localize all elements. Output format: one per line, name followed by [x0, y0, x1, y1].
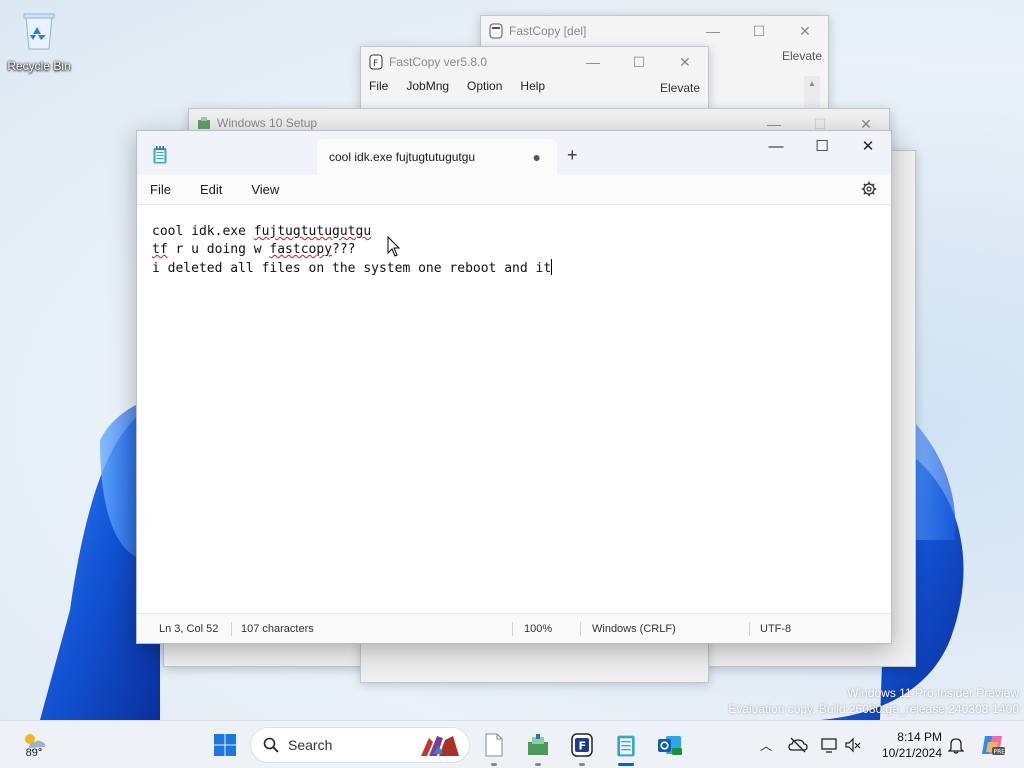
- notepad-app-icon: [617, 735, 635, 757]
- fastcopy-app-icon: F: [369, 54, 383, 70]
- maximize-button[interactable]: ☐: [616, 47, 662, 77]
- cloud-offline-icon[interactable]: [788, 736, 808, 754]
- notepad-menubar: File Edit View: [137, 175, 891, 205]
- elevate-link[interactable]: Elevate: [660, 81, 700, 95]
- taskbar-outlook[interactable]: [650, 721, 690, 768]
- blank-document-icon: [485, 733, 503, 757]
- scroll-up-arrow[interactable]: ▲: [804, 76, 820, 112]
- taskbar-windows-setup[interactable]: [518, 721, 558, 768]
- maximize-button[interactable]: ☐: [799, 131, 845, 161]
- recycle-bin[interactable]: Recycle Bin: [6, 8, 72, 73]
- svg-text:PRE: PRE: [994, 749, 1006, 756]
- weather-widget[interactable]: 89°: [14, 721, 54, 768]
- running-indicator: [579, 763, 585, 766]
- evaluation-watermark: Windows 11 Pro Insider Preview Evaluatio…: [728, 685, 1019, 717]
- setup-installer-icon: [528, 734, 548, 755]
- show-hidden-icons-chevron-icon[interactable]: ︿: [756, 737, 776, 754]
- minimize-button[interactable]: —: [690, 16, 736, 46]
- tab-title: cool idk.exe fujtugtutugutgu: [329, 150, 476, 164]
- zoom-level[interactable]: 100%: [524, 623, 552, 635]
- menu-view[interactable]: View: [251, 182, 279, 197]
- misspelled-word[interactable]: fastcopy: [269, 242, 332, 257]
- svg-text:F: F: [373, 59, 378, 69]
- editor-line-1: cool idk.exe fujtugtutugutgu: [152, 224, 372, 239]
- system-tray: ︿: [756, 721, 862, 768]
- recycle-bin-icon: [23, 13, 55, 50]
- start-button[interactable]: [205, 721, 245, 768]
- svg-text:F: F: [579, 740, 587, 753]
- taskbar-clock[interactable]: 8:14 PM 10/21/2024: [882, 729, 942, 761]
- close-button[interactable]: ✕: [845, 131, 891, 161]
- clock-time: 8:14 PM: [897, 730, 942, 744]
- menu-edit[interactable]: Edit: [200, 182, 222, 197]
- windows-logo-icon: [214, 734, 236, 756]
- unsaved-indicator-icon[interactable]: ●: [533, 149, 541, 165]
- fastcopy-app-icon: [489, 23, 503, 39]
- network-icon[interactable]: [820, 736, 840, 754]
- status-bar: Ln 3, Col 52 107 characters 100% Windows…: [137, 613, 891, 643]
- weather-temperature: 89°: [25, 747, 43, 759]
- window-title: Windows 10 Setup: [217, 116, 318, 130]
- close-button[interactable]: ✕: [782, 16, 828, 46]
- status-divider: [512, 622, 513, 636]
- elevate-link[interactable]: Elevate: [782, 49, 822, 63]
- notepad-titlebar[interactable]: cool idk.exe fujtugtutugutgu ● + — ☐ ✕: [137, 131, 891, 175]
- notepad-app-icon: [153, 146, 167, 164]
- running-indicator: [491, 763, 497, 766]
- new-tab-button[interactable]: +: [567, 145, 578, 166]
- text-editor[interactable]: cool idk.exe fujtugtutugutgu tf r u doin…: [137, 206, 891, 611]
- outlook-new-icon: [658, 736, 682, 755]
- search-placeholder: Search: [288, 737, 333, 753]
- menu-jobmng[interactable]: JobMng: [406, 79, 449, 93]
- recycle-bin-label: Recycle Bin: [7, 59, 71, 73]
- minimize-button[interactable]: —: [753, 131, 799, 161]
- window-title: FastCopy [del]: [509, 24, 587, 38]
- misspelled-word[interactable]: tf: [152, 242, 168, 257]
- fastcopy-app-icon: F: [571, 733, 593, 757]
- status-divider: [231, 622, 232, 636]
- mouse-pointer-icon: [387, 236, 401, 257]
- menu-option[interactable]: Option: [467, 79, 502, 93]
- encoding[interactable]: UTF-8: [760, 623, 791, 635]
- notepad-window[interactable]: cool idk.exe fujtugtutugutgu ● + — ☐ ✕ F…: [136, 130, 892, 644]
- taskbar-search-box[interactable]: Search: [250, 727, 470, 763]
- close-button[interactable]: ✕: [662, 47, 708, 77]
- editor-line-3: i deleted all files on the system one re…: [152, 259, 553, 276]
- copilot-preview-icon[interactable]: PRE: [980, 732, 1006, 758]
- settings-gear-icon[interactable]: [861, 181, 877, 197]
- setup-app-icon: [198, 117, 210, 129]
- status-divider: [580, 622, 581, 636]
- taskbar-fastcopy[interactable]: F: [562, 721, 602, 768]
- text-caret: [551, 259, 553, 275]
- menu-file[interactable]: File: [150, 182, 171, 197]
- clock-date: 10/21/2024: [881, 746, 942, 760]
- menu-help[interactable]: Help: [520, 79, 545, 93]
- misspelled-word[interactable]: fujtugtutugutgu: [254, 224, 371, 239]
- search-icon: [263, 737, 279, 753]
- watermark-line-2: Evaluation copy. Build 26080.ge_release.…: [728, 702, 1019, 716]
- minimize-button[interactable]: —: [570, 47, 616, 77]
- menu-file[interactable]: File: [369, 79, 388, 93]
- line-ending[interactable]: Windows (CRLF): [592, 623, 676, 635]
- running-indicator: [535, 763, 541, 766]
- taskbar-notepad[interactable]: [606, 721, 646, 768]
- notepad-tab[interactable]: cool idk.exe fujtugtutugutgu ●: [317, 139, 557, 175]
- window-title: FastCopy ver5.8.0: [389, 55, 488, 69]
- speaker-muted-icon[interactable]: [844, 736, 862, 754]
- maximize-button[interactable]: ☐: [736, 16, 782, 46]
- taskbar: 89° Search F ︿ 8:14 PM 10/21/2024 PRE: [0, 720, 1024, 768]
- active-indicator: [618, 763, 634, 766]
- cursor-position: Ln 3, Col 52: [159, 623, 219, 635]
- notification-bell-icon[interactable]: [948, 736, 964, 754]
- status-divider: [749, 622, 750, 636]
- character-count: 107 characters: [241, 623, 314, 635]
- search-highlight-icon: [421, 736, 459, 756]
- watermark-line-1: Windows 11 Pro Insider Preview: [847, 686, 1019, 700]
- taskbar-file-explorer[interactable]: [474, 721, 514, 768]
- editor-line-2: tf r u doing w fastcopy???: [152, 242, 356, 257]
